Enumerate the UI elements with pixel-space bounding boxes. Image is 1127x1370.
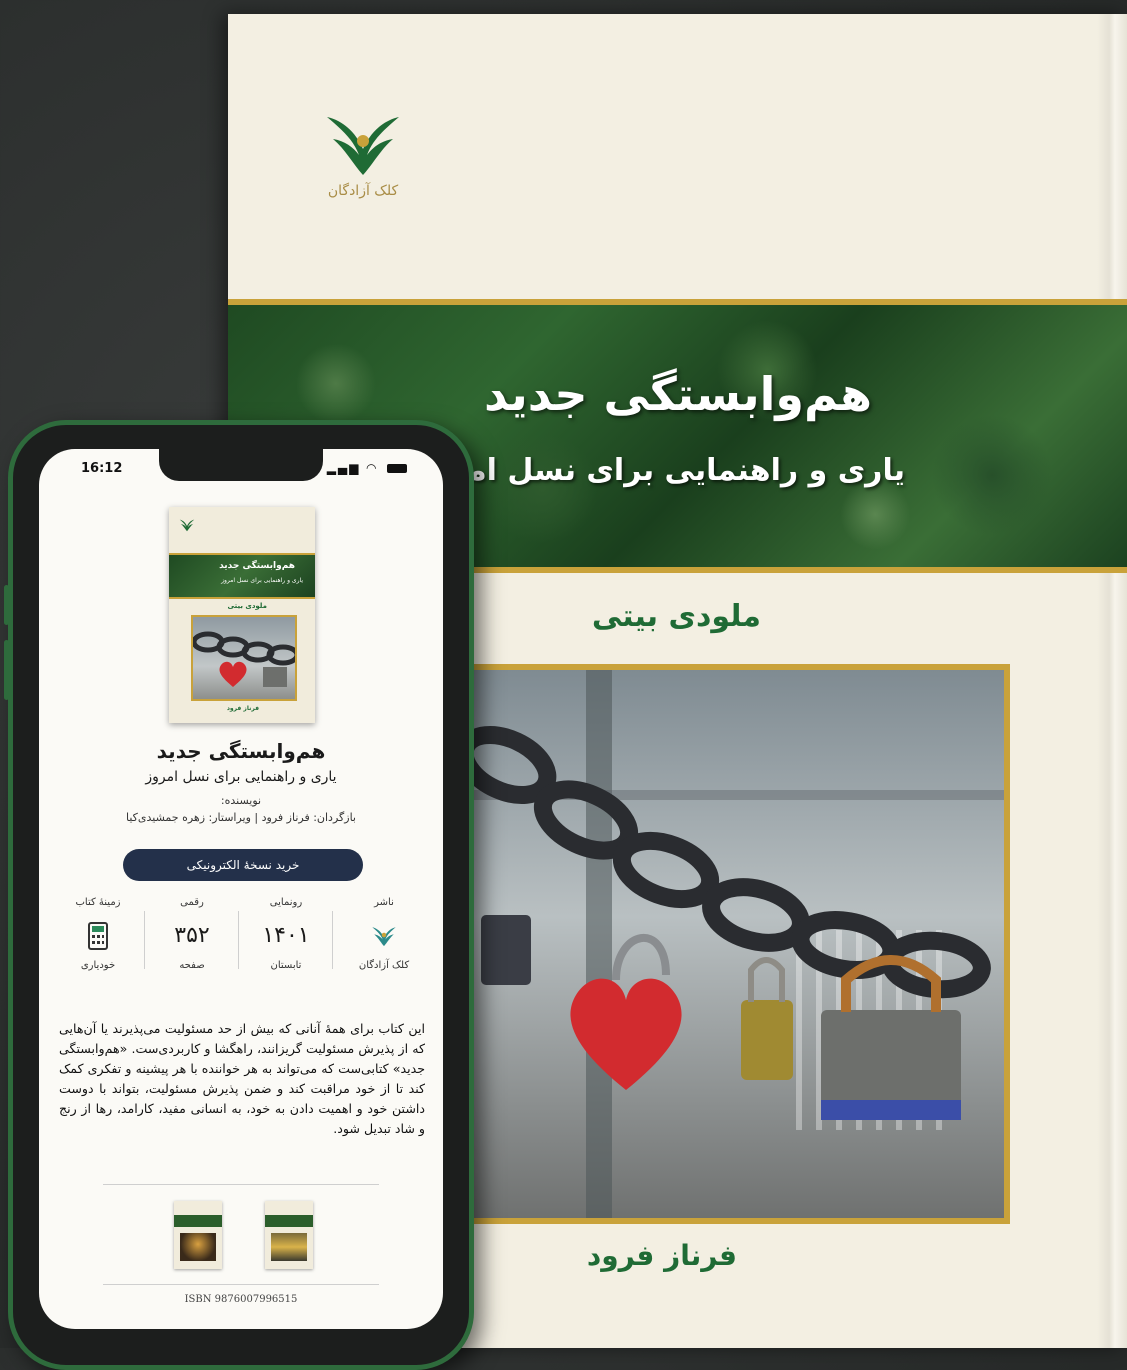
book-title: هم‌وابستگی جدید xyxy=(483,367,872,421)
phone-mockup: 16:12 ▂▄▆ ◠ هم‌وابستگی جدید یاری و راهنم… xyxy=(4,420,474,1370)
mini-publisher-logo-icon xyxy=(179,519,195,532)
signal-icon: ▂▄▆ xyxy=(326,461,361,475)
phone-volume-button xyxy=(4,640,9,700)
info-pages-foot: صفحه xyxy=(179,960,205,971)
mini-translator: فرناز فرود xyxy=(226,705,259,712)
info-release-value: ۱۴۰۱ xyxy=(262,923,310,948)
related-book-2[interactable] xyxy=(174,1201,222,1269)
info-pages: رقمی ۳۵۲ صفحه xyxy=(147,897,237,971)
info-divider xyxy=(144,911,145,969)
mini-title-band: هم‌وابستگی جدید یاری و راهنمایی برای نسل… xyxy=(169,553,315,599)
info-release: رونمایی ۱۴۰۱ تابستان xyxy=(241,897,331,971)
info-publisher-foot: کلک آزادگان xyxy=(358,960,410,971)
info-divider xyxy=(332,911,333,969)
calculator-icon xyxy=(88,922,108,950)
related-book-1[interactable] xyxy=(265,1201,313,1269)
mini-subtitle: یاری و راهنمایی برای نسل امروز xyxy=(221,577,303,584)
related-book-band xyxy=(174,1215,222,1227)
book-translator: فرناز فرود xyxy=(586,1239,737,1272)
publisher-logo-icon xyxy=(327,117,399,175)
info-publisher[interactable]: ناشر کلک آزادگان xyxy=(339,897,429,971)
info-publisher-label: ناشر xyxy=(374,897,394,908)
info-release-foot: تابستان xyxy=(270,960,302,971)
publisher-logo-icon xyxy=(372,927,396,947)
info-genre-foot: خودیاری xyxy=(80,960,116,971)
phone-side-button xyxy=(4,585,9,625)
phone-screen: 16:12 ▂▄▆ ◠ هم‌وابستگی جدید یاری و راهنم… xyxy=(39,449,443,1329)
status-icons: ▂▄▆ ◠ xyxy=(327,461,407,475)
info-genre[interactable]: زمینهٔ کتاب خودیاری xyxy=(53,897,143,971)
info-genre-icon-wrap xyxy=(53,920,143,952)
cover-photo-locks xyxy=(460,664,1010,1224)
divider xyxy=(103,1184,379,1185)
mini-cover-photo xyxy=(191,615,297,701)
info-pages-value: ۳۵۲ xyxy=(174,923,210,948)
info-publisher-logo xyxy=(339,920,429,952)
credits-line: بازگردان: فرناز فرود | ویراستار: زهره جم… xyxy=(126,811,356,824)
buy-ebook-button[interactable]: خرید نسخهٔ الکترونیکی xyxy=(123,849,363,881)
status-time: 16:12 xyxy=(81,461,123,476)
book-spine xyxy=(1097,14,1127,1348)
book-author: ملودی بیتی xyxy=(591,599,761,634)
book-subtitle: یاری و راهنمایی برای نسل امروز xyxy=(413,453,905,488)
battery-icon xyxy=(387,464,407,473)
phone-notch xyxy=(159,449,323,481)
page-subtitle: یاری و راهنمایی برای نسل امروز xyxy=(145,769,337,785)
related-book-image xyxy=(180,1233,216,1261)
mini-author: ملودی بیتی xyxy=(227,602,267,610)
publisher-logo: کلک آزادگان xyxy=(308,109,418,199)
mini-book-cover[interactable]: هم‌وابستگی جدید یاری و راهنمایی برای نسل… xyxy=(169,507,315,723)
isbn: ISBN 9876007996515 xyxy=(184,1294,298,1305)
wifi-icon: ◠ xyxy=(366,461,378,475)
mini-title: هم‌وابستگی جدید xyxy=(219,561,295,571)
divider xyxy=(103,1284,379,1285)
book-description: این کتاب برای همهٔ آنانی که بیش از حد مس… xyxy=(59,1021,425,1136)
page-title: هم‌وابستگی جدید xyxy=(156,739,326,763)
publisher-logo-text: کلک آزادگان xyxy=(327,183,399,199)
related-book-band xyxy=(265,1215,313,1227)
info-pages-label: رقمی xyxy=(180,897,204,908)
writer-label: نویسنده: xyxy=(220,794,262,807)
info-genre-label: زمینهٔ کتاب xyxy=(75,897,121,908)
info-divider xyxy=(238,911,239,969)
book-info-row: ناشر کلک آزادگان رونمایی ۱۴۰۱ تابستان رق… xyxy=(53,897,429,987)
related-book-image xyxy=(271,1233,307,1261)
info-release-label: رونمایی xyxy=(269,897,303,908)
